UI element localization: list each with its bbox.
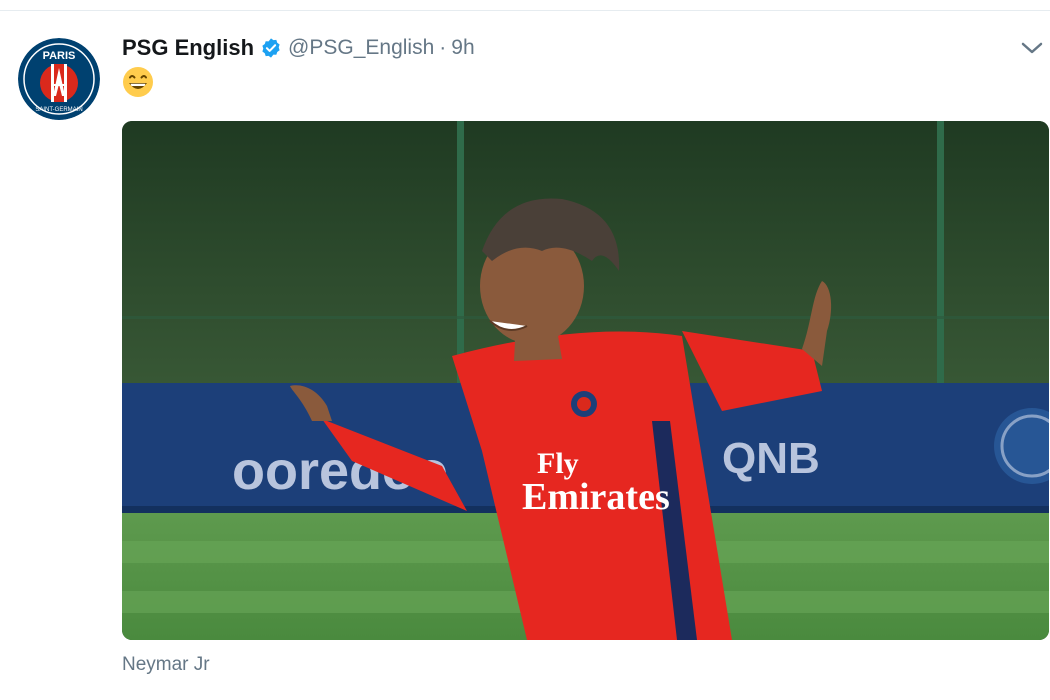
media-caption[interactable]: Neymar Jr (122, 654, 210, 676)
tweet-media-photo[interactable]: ooredoo QNB Fly Emirates (122, 121, 1049, 640)
photo-scene: ooredoo QNB Fly Emirates (122, 121, 1049, 640)
top-divider (0, 10, 1050, 11)
svg-text:PARIS: PARIS (43, 50, 76, 62)
grinning-face-emoji-icon (123, 67, 153, 97)
verified-badge-icon (260, 37, 282, 59)
separator-dot: · (439, 36, 447, 59)
svg-text:SAINT-GERMAIN: SAINT-GERMAIN (35, 107, 82, 113)
tweet-header: PSG English @PSG_English · 9h (122, 34, 475, 62)
avatar[interactable]: PARIS SAINT-GERMAIN (18, 38, 100, 120)
tweet-text (122, 66, 154, 105)
psg-crest-icon: PARIS SAINT-GERMAIN (18, 38, 100, 120)
photo-sponsor-line-2: Emirates (522, 476, 670, 518)
chevron-down-icon[interactable] (1018, 36, 1046, 60)
banner-right-text: QNB (722, 434, 820, 483)
display-name[interactable]: PSG English (122, 35, 254, 61)
user-handle[interactable]: @PSG_English (288, 36, 434, 60)
timestamp[interactable]: 9h (451, 36, 474, 60)
